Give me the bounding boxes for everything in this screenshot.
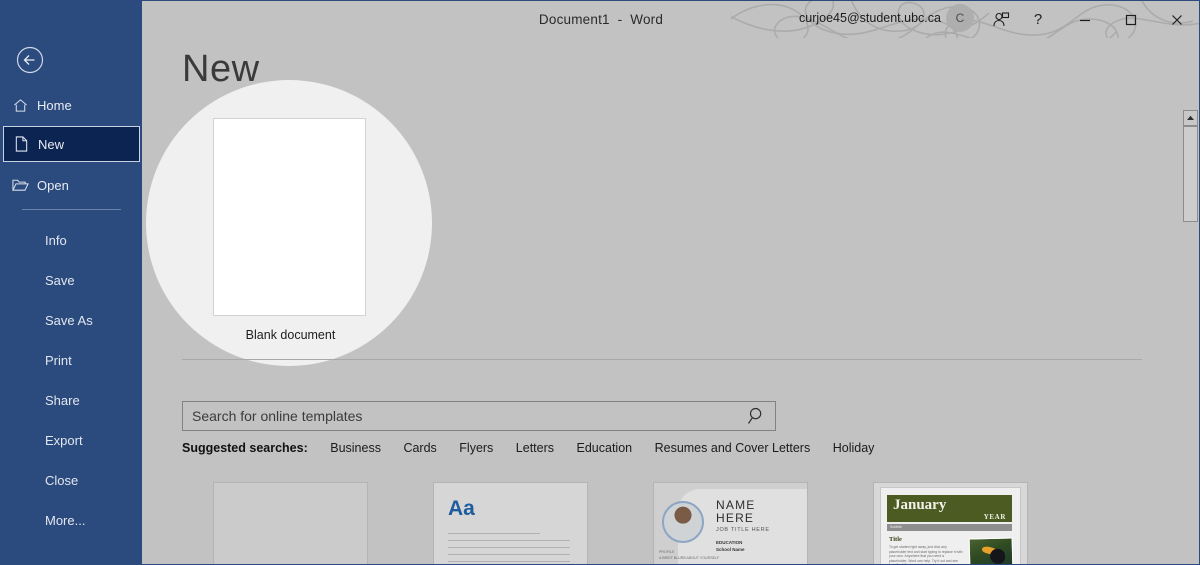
backstage-sidebar: Home New Open Info Save Save As — [1, 1, 142, 565]
template-card-resume[interactable]: NAME HERE JOB TITLE HERE EDUCATION Schoo… — [653, 482, 808, 565]
sidebar-item-label: Open — [37, 178, 69, 193]
scrollbar-thumb[interactable] — [1183, 126, 1198, 222]
home-icon — [3, 98, 37, 113]
account-email: curjoe45@student.ubc.ca — [799, 11, 941, 25]
suggested-link-education[interactable]: Education — [577, 441, 633, 455]
search-icon[interactable] — [747, 406, 769, 428]
resume-profile: PROFILE A BRIEF BLURB ABOUT YOURSELF — [659, 549, 719, 561]
word-backstage-window: Document1 - Word curjoe45@student.ubc.ca… — [0, 0, 1200, 565]
resume-section-heading: EDUCATION — [716, 539, 745, 546]
sidebar-item-print[interactable]: Print — [45, 353, 72, 368]
sidebar-item-label: New — [38, 137, 64, 152]
help-label: ? — [1034, 11, 1042, 28]
resume-section: EDUCATION School Name — [716, 539, 745, 553]
back-arrow-icon[interactable] — [15, 45, 45, 75]
newsletter-header-band: January YEAR — [887, 495, 1012, 522]
newsletter-title: Title — [889, 536, 902, 543]
resume-name-line2: HERE — [716, 512, 755, 525]
scroll-up-arrow-icon[interactable] — [1183, 110, 1198, 126]
search-templates-box[interactable] — [182, 401, 776, 431]
sidebar-item-save[interactable]: Save — [45, 273, 75, 288]
sidebar-item-close[interactable]: Close — [45, 473, 78, 488]
suggested-searches-label: Suggested searches: — [182, 441, 308, 455]
resume-section-sub: School Name — [716, 546, 745, 553]
template-gallery: Aa NAME HERE JOB TITLE HERE E — [182, 482, 1182, 565]
new-document-icon — [4, 136, 38, 152]
sidebar-item-more[interactable]: More... — [45, 513, 85, 528]
suggested-link-flyers[interactable]: Flyers — [459, 441, 493, 455]
template-text-lines — [448, 533, 570, 565]
help-button[interactable]: ? — [1023, 5, 1053, 34]
vertical-scrollbar[interactable] — [1182, 38, 1199, 565]
newsletter-body: To get started right away, just click an… — [889, 545, 963, 565]
template-card-blank[interactable] — [213, 482, 368, 565]
open-folder-icon — [3, 178, 37, 192]
avatar-initial: C — [956, 11, 965, 25]
template-sample-text: Aa — [448, 497, 475, 521]
newsletter-subtitle: Subtitle — [890, 525, 902, 529]
suggested-link-resumes[interactable]: Resumes and Cover Letters — [655, 441, 811, 455]
blank-document-label: Blank document — [213, 328, 368, 342]
sidebar-item-open[interactable]: Open — [3, 167, 140, 203]
resume-profile-body: A BRIEF BLURB ABOUT YOURSELF — [659, 555, 719, 561]
template-card-newsletter[interactable]: January YEAR Subtitle Title To get start… — [873, 482, 1028, 565]
suggested-link-holiday[interactable]: Holiday — [833, 441, 875, 455]
suggested-link-business[interactable]: Business — [330, 441, 381, 455]
resume-name: NAME HERE — [716, 499, 755, 525]
blank-document-thumbnail — [213, 118, 366, 316]
toucan-body — [990, 549, 1005, 564]
newsletter-month: January — [893, 497, 946, 514]
newsletter-toucan-photo — [969, 537, 1014, 565]
sidebar-divider — [22, 209, 121, 210]
maximize-button[interactable] — [1115, 5, 1147, 34]
suggested-link-letters[interactable]: Letters — [516, 441, 554, 455]
title-bar: Document1 - Word curjoe45@student.ubc.ca… — [1, 1, 1200, 38]
suggested-searches: Suggested searches: Business Cards Flyer… — [182, 441, 874, 457]
search-input[interactable] — [192, 402, 732, 430]
sidebar-item-home[interactable]: Home — [3, 87, 140, 123]
avatar[interactable]: C — [946, 4, 974, 32]
sidebar-item-export[interactable]: Export — [45, 433, 83, 448]
blank-document-tile[interactable]: Blank document — [213, 118, 368, 342]
resume-job-title: JOB TITLE HERE — [716, 527, 770, 533]
newsletter-page: January YEAR Subtitle Title To get start… — [880, 487, 1021, 565]
section-divider — [182, 359, 1142, 360]
sidebar-item-info[interactable]: Info — [45, 233, 67, 248]
sidebar-item-share[interactable]: Share — [45, 393, 80, 408]
close-button[interactable] — [1161, 5, 1193, 34]
account-manager-icon[interactable] — [986, 5, 1016, 34]
sidebar-item-new[interactable]: New — [3, 126, 140, 162]
minimize-button[interactable] — [1069, 5, 1101, 34]
new-document-panel: New Blank document Suggested searches: B… — [142, 38, 1200, 565]
sidebar-item-label: Home — [37, 98, 72, 113]
document-title: Document1 - Word — [1, 1, 1200, 38]
template-card-aa[interactable]: Aa — [433, 482, 588, 565]
newsletter-subtitle-bar: Subtitle — [887, 524, 1012, 531]
suggested-link-cards[interactable]: Cards — [403, 441, 436, 455]
sidebar-item-save-as[interactable]: Save As — [45, 313, 93, 328]
newsletter-year: YEAR — [984, 513, 1006, 521]
resume-portrait-photo — [662, 501, 704, 543]
page-title: New — [182, 48, 260, 91]
